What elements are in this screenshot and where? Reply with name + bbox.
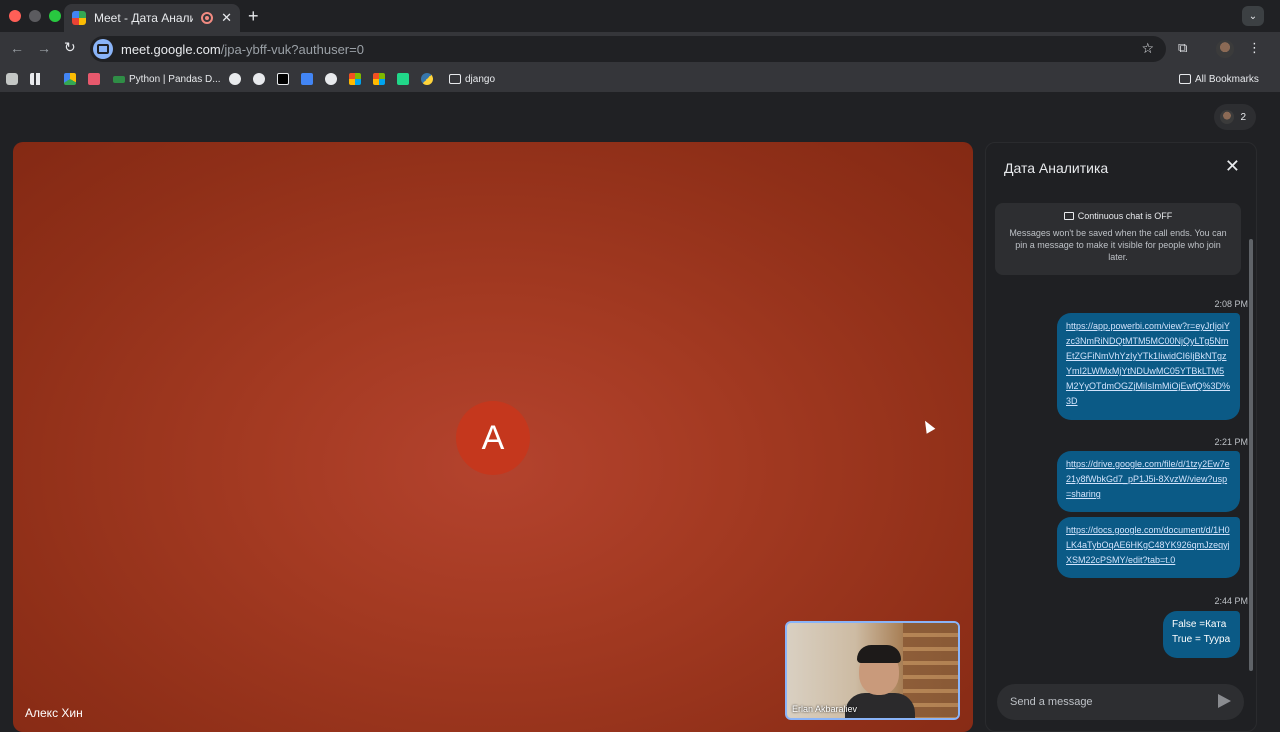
- bookmark-star-icon[interactable]: ☆: [1141, 40, 1154, 57]
- chat-title: Дата Аналитика: [1004, 160, 1109, 176]
- participant-avatar: A: [456, 401, 530, 475]
- notice-title: Continuous chat is OFF: [1077, 211, 1173, 221]
- bookmark-label: All Bookmarks: [1195, 73, 1259, 85]
- continuous-chat-notice: Continuous chat is OFF Messages won't be…: [995, 203, 1241, 275]
- message-link[interactable]: https://docs.google.com/document/d/1H0LK…: [1066, 525, 1230, 565]
- folder-icon: [1179, 74, 1191, 84]
- close-window-button[interactable]: [9, 10, 21, 22]
- maximize-window-button[interactable]: [49, 10, 61, 22]
- tab-close-icon[interactable]: ✕: [221, 10, 232, 26]
- folder-icon: [449, 74, 461, 84]
- bookmark-folder-django[interactable]: django: [449, 72, 495, 86]
- profile-avatar[interactable]: [1216, 40, 1234, 58]
- participant-name: Алекс Хин: [25, 706, 83, 720]
- tab-meet[interactable]: Meet - Дата Аналитика ✕: [64, 4, 240, 32]
- forward-icon[interactable]: →: [37, 40, 51, 56]
- github-bookmark-icon[interactable]: [229, 72, 241, 86]
- self-view-tile[interactable]: Erlan Akbaraliev: [785, 621, 960, 720]
- microsoft-bookmark-icon[interactable]: [349, 72, 361, 86]
- message-input[interactable]: Send a message: [997, 684, 1244, 720]
- message-bubble: https://app.powerbi.com/view?r=eyJrIjoiY…: [1057, 313, 1240, 420]
- notice-body: Messages won't be saved when the call en…: [1009, 228, 1227, 262]
- self-view-name: Erlan Akbaraliev: [792, 704, 858, 714]
- tab-title: Meet - Дата Аналитика: [94, 11, 194, 25]
- tab-search-button[interactable]: ⌄: [1242, 6, 1264, 26]
- message-bubble: https://docs.google.com/document/d/1H0LK…: [1057, 517, 1240, 578]
- chat-scrollbar[interactable]: [1249, 239, 1253, 671]
- geeks-icon: [113, 75, 125, 83]
- participants-count: 2: [1240, 111, 1246, 123]
- extensions-icon[interactable]: ⧉: [1178, 40, 1187, 56]
- meet-favicon-icon: [72, 11, 86, 25]
- all-bookmarks[interactable]: All Bookmarks: [1179, 72, 1259, 86]
- recording-indicator-icon: [201, 12, 214, 24]
- docs-bookmark-icon[interactable]: [301, 72, 313, 86]
- tab-strip: Meet - Дата Аналитика ✕ + ⌄: [0, 0, 1280, 32]
- bookmark-label: Python | Pandas D...: [129, 73, 221, 85]
- notice-heading: Continuous chat is OFF: [1005, 211, 1231, 221]
- send-icon[interactable]: [1218, 694, 1231, 708]
- sidebar-icon[interactable]: [6, 72, 18, 86]
- url-text: meet.google.com/jpa-ybff-vuk?authuser=0: [121, 42, 364, 57]
- close-icon[interactable]: ✕: [1225, 157, 1240, 175]
- message-link[interactable]: https://app.powerbi.com/view?r=eyJrIjoiY…: [1066, 321, 1230, 406]
- message-time: 2:44 PM: [1214, 596, 1248, 606]
- site-info-icon[interactable]: [93, 39, 113, 59]
- bookmark-icon[interactable]: [88, 72, 100, 86]
- message-link[interactable]: https://drive.google.com/file/d/1tzy2Ew7…: [1066, 459, 1230, 499]
- python-bookmark-icon[interactable]: [421, 72, 433, 86]
- reload-icon[interactable]: ↻: [64, 39, 76, 56]
- drive-bookmark-icon[interactable]: [64, 72, 76, 86]
- chat-icon: [1063, 212, 1074, 220]
- message-time: 2:08 PM: [1214, 299, 1248, 309]
- message-bubble: False =Ката True = Туура: [1163, 611, 1240, 658]
- bookmark-icon[interactable]: [397, 72, 409, 86]
- bookmark-label: django: [465, 73, 496, 85]
- participant-avatar: [1220, 110, 1234, 124]
- microsoft-bookmark-icon[interactable]: [373, 72, 385, 86]
- apps-icon[interactable]: [30, 72, 42, 86]
- address-bar[interactable]: meet.google.com/jpa-ybff-vuk?authuser=0 …: [90, 36, 1166, 62]
- person-hair: [857, 645, 901, 663]
- message-bubble: https://drive.google.com/file/d/1tzy2Ew7…: [1057, 451, 1240, 512]
- new-tab-button[interactable]: +: [248, 6, 259, 27]
- bookmark-icon[interactable]: [253, 72, 265, 86]
- participants-button[interactable]: 2: [1214, 104, 1256, 130]
- back-icon[interactable]: ←: [10, 40, 24, 56]
- browser-menu-icon[interactable]: ⋮: [1248, 40, 1261, 56]
- github-bookmark-icon[interactable]: [325, 72, 337, 86]
- url-path: /jpa-ybff-vuk?authuser=0: [220, 41, 364, 57]
- minimize-window-button[interactable]: [29, 10, 41, 22]
- message-placeholder: Send a message: [1010, 696, 1093, 708]
- bookmark-icon[interactable]: [277, 72, 289, 86]
- url-host: meet.google.com: [121, 41, 221, 57]
- message-time: 2:21 PM: [1214, 437, 1248, 447]
- bookmark-python-pandas[interactable]: Python | Pandas D...: [113, 72, 221, 86]
- chat-panel: Дата Аналитика ✕ Continuous chat is OFF …: [985, 142, 1257, 732]
